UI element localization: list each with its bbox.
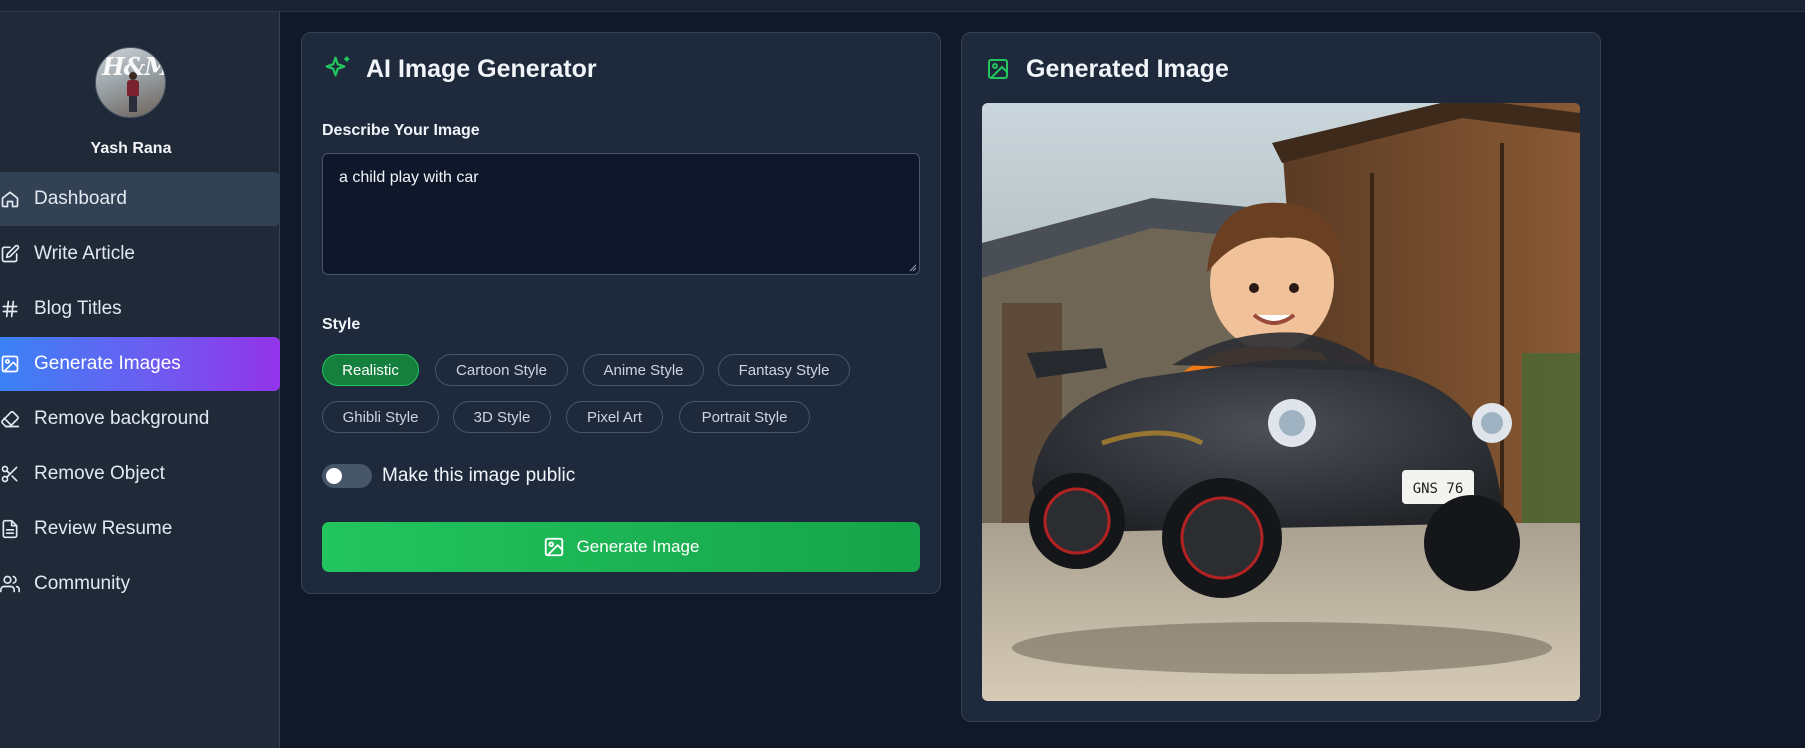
eraser-icon xyxy=(0,408,22,430)
sidebar-item-label: Write Article xyxy=(34,243,136,264)
generator-card: AI Image Generator Describe Your Image a… xyxy=(301,32,941,594)
generator-title-text: AI Image Generator xyxy=(366,54,597,83)
edit-icon xyxy=(0,243,22,265)
style-label: Style xyxy=(322,316,361,333)
sidebar: H&M Yash Rana Dashboard Write Article Bl… xyxy=(0,12,280,748)
result-title: Generated Image xyxy=(982,53,1229,85)
sidebar-item-write-article[interactable]: Write Article xyxy=(0,227,280,281)
sidebar-item-remove-object[interactable]: Remove Object xyxy=(0,447,280,501)
sidebar-item-label: Generate Images xyxy=(34,353,181,374)
avatar[interactable]: H&M xyxy=(95,47,166,118)
scissors-icon xyxy=(0,463,22,485)
image-icon xyxy=(982,53,1014,85)
sidebar-item-remove-background[interactable]: Remove background xyxy=(0,392,280,446)
top-bar xyxy=(0,0,1805,12)
result-title-text: Generated Image xyxy=(1026,54,1229,83)
file-text-icon xyxy=(0,518,22,540)
sidebar-item-review-resume[interactable]: Review Resume xyxy=(0,502,280,556)
style-chip-realistic[interactable]: Realistic xyxy=(322,354,419,386)
resize-grip-icon[interactable] xyxy=(907,262,917,272)
style-chip-ghibli[interactable]: Ghibli Style xyxy=(322,401,439,433)
users-icon xyxy=(0,573,22,595)
sidebar-item-label: Community xyxy=(34,573,131,594)
prompt-textarea[interactable]: a child play with car xyxy=(322,153,920,275)
generator-title: AI Image Generator xyxy=(322,53,597,85)
style-chip-portrait[interactable]: Portrait Style xyxy=(679,401,810,433)
result-card: Generated Image GNS 76 xyxy=(961,32,1601,722)
style-chip-cartoon[interactable]: Cartoon Style xyxy=(435,354,568,386)
generate-image-button-label: Generate Image xyxy=(576,537,700,556)
sidebar-item-label: Blog Titles xyxy=(34,298,122,319)
sidebar-item-generate-images[interactable]: Generate Images xyxy=(0,337,280,391)
image-icon xyxy=(543,535,567,559)
sidebar-item-label: Remove Object xyxy=(34,463,165,484)
style-chip-3d[interactable]: 3D Style xyxy=(453,401,551,433)
style-chip-anime[interactable]: Anime Style xyxy=(583,354,704,386)
public-toggle[interactable] xyxy=(322,464,372,488)
prompt-label: Describe Your Image xyxy=(322,122,480,139)
image-icon xyxy=(0,353,22,375)
prompt-text: a child play with car xyxy=(339,169,479,186)
avatar-person xyxy=(127,72,139,112)
home-icon xyxy=(0,188,22,210)
toggle-knob xyxy=(326,468,342,484)
sidebar-item-community[interactable]: Community xyxy=(0,557,280,611)
generate-image-button[interactable]: Generate Image xyxy=(322,522,920,572)
sidebar-item-label: Dashboard xyxy=(34,188,127,209)
sidebar-item-dashboard[interactable]: Dashboard xyxy=(0,172,280,226)
style-chip-pixel-art[interactable]: Pixel Art xyxy=(566,401,663,433)
style-chip-fantasy[interactable]: Fantasy Style xyxy=(718,354,850,386)
sparkles-icon xyxy=(322,53,354,85)
hash-icon xyxy=(0,298,22,320)
generated-image-illustration: GNS 76 xyxy=(982,103,1580,701)
generated-image[interactable]: GNS 76 xyxy=(982,103,1580,701)
user-name: Yash Rana xyxy=(90,140,172,157)
sidebar-item-blog-titles[interactable]: Blog Titles xyxy=(0,282,280,336)
public-toggle-label: Make this image public xyxy=(382,465,576,486)
sidebar-item-label: Review Resume xyxy=(34,518,173,539)
license-plate-text: GNS 76 xyxy=(1413,481,1464,497)
sidebar-item-label: Remove background xyxy=(34,408,210,429)
